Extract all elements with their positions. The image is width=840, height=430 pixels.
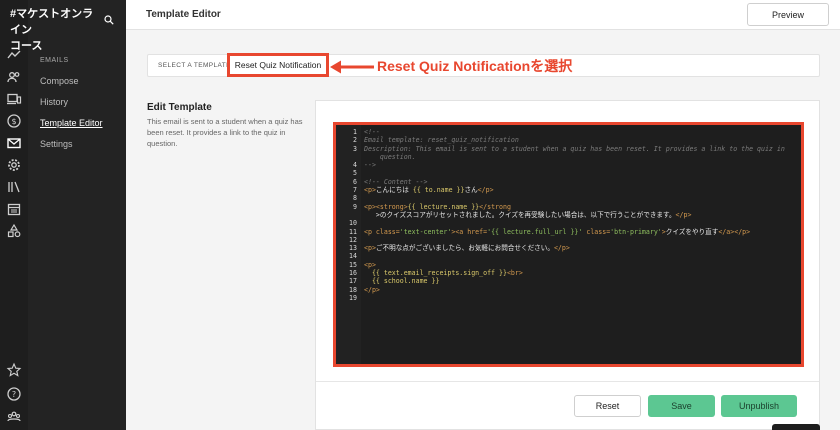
shapes-icon[interactable] [6, 223, 22, 239]
code-line[interactable]: 14 [336, 252, 801, 260]
code-text: <p>こんにちは {{ to.name }}さん</p> [364, 186, 494, 195]
line-number: 3 [353, 144, 357, 153]
code-line[interactable]: question. [336, 153, 801, 161]
search-icon[interactable] [104, 10, 114, 25]
code-text: <p class='text-center'><a href='{{ lectu… [364, 227, 751, 236]
code-text: --> [364, 161, 376, 170]
code-line[interactable]: 11 <p class='text-center'><a href='{{ lec… [336, 228, 801, 236]
line-number: 15 [349, 260, 357, 269]
code-line[interactable]: 18 </p> [336, 286, 801, 294]
line-number: 13 [349, 244, 357, 253]
line-number: 4 [353, 161, 357, 170]
svg-text:?: ? [12, 390, 16, 399]
line-number: 19 [349, 293, 357, 302]
page-title: Template Editor [146, 9, 221, 20]
top-bar: Template Editor Preview [126, 0, 840, 30]
library-icon[interactable] [6, 179, 22, 195]
icon-rail: $ ? [0, 0, 28, 430]
sidebar-item-history[interactable]: History [40, 97, 68, 107]
code-line[interactable]: 15 <p> [336, 261, 801, 269]
template-dropdown[interactable]: Reset Quiz Notification [227, 53, 329, 77]
mail-icon[interactable] [6, 135, 22, 151]
editor-card: 1 <!-- 2 Email template: reset_quiz_notific… [315, 100, 820, 430]
school-brand[interactable]: #マケストオンライン コース [10, 6, 94, 54]
reset-button[interactable]: Reset [574, 395, 641, 417]
code-text: >のクイズスコアがリセットされました。クイズを再受験したい場合は、以下で行うこと… [364, 210, 692, 219]
line-number: 18 [349, 285, 357, 294]
code-line[interactable]: 9 <p><strong>{{ lecture.name }}</strong [336, 203, 801, 211]
select-template-label: SELECT A TEMPLATE [158, 62, 231, 69]
gear-icon[interactable] [6, 157, 22, 173]
line-number: 8 [353, 194, 357, 203]
line-number: 2 [353, 136, 357, 145]
code-text: {{ school.name }} [371, 277, 440, 286]
code-text: {{ text.email_receipts.sign_off }}<br> [371, 269, 523, 278]
users-icon[interactable] [6, 69, 22, 85]
community-icon[interactable] [6, 408, 22, 424]
code-lines[interactable]: 1 <!-- 2 Email template: reset_quiz_notific… [336, 128, 801, 302]
code-text: </p> [364, 285, 380, 294]
devices-icon[interactable] [6, 91, 22, 107]
code-line[interactable]: 16 {{ text.email_receipts.sign_off }}<br… [336, 269, 801, 277]
code-text: <p><strong>{{ lecture.name }}</strong [364, 202, 511, 211]
sidebar-item-settings[interactable]: Settings [40, 139, 73, 149]
code-line[interactable]: 4 --> [336, 161, 801, 169]
code-line[interactable]: 13 <p>ご不明な点がございましたら、お気軽にお問合せください。</p> [336, 244, 801, 252]
line-number: 17 [349, 277, 357, 286]
code-line[interactable]: 19 [336, 294, 801, 302]
svg-text:$: $ [11, 117, 16, 126]
line-number: 9 [353, 202, 357, 211]
sidebar-item-template-editor[interactable]: Template Editor [40, 118, 103, 128]
edit-template-heading: Edit Template [147, 102, 212, 113]
star-icon[interactable] [6, 362, 22, 378]
help-icon[interactable]: ? [6, 386, 22, 402]
sidebar-item-compose[interactable]: Compose [40, 76, 79, 86]
code-text: question. [364, 152, 416, 161]
code-text: Description: This email is sent to a stu… [364, 144, 785, 153]
code-line[interactable]: 1 <!-- [336, 128, 801, 136]
line-number: 14 [349, 252, 357, 261]
line-number: 16 [349, 269, 357, 278]
floating-tab[interactable] [772, 424, 820, 430]
code-line[interactable]: 6 <!-- Content --> [336, 178, 801, 186]
code-line[interactable]: 7 <p>こんにちは {{ to.name }}さん</p> [336, 186, 801, 194]
edit-template-description: This email is sent to a student when a q… [147, 117, 303, 148]
calendar-icon[interactable] [6, 201, 22, 217]
annotation-text: Reset Quiz Notificationを選択 [377, 58, 573, 74]
code-text: <p> [364, 260, 376, 269]
line-number: 1 [353, 128, 357, 136]
code-text: <!-- Content --> [364, 177, 428, 186]
emails-section-label: EMAILS [40, 57, 69, 64]
unpublish-button[interactable]: Unpublish [721, 395, 797, 417]
code-line[interactable]: 2 Email template: reset_quiz_notification [336, 136, 801, 144]
code-line[interactable]: 8 [336, 194, 801, 202]
line-number: 10 [349, 219, 357, 228]
code-line[interactable]: 3 Description: This email is sent to a st… [336, 145, 801, 153]
code-line[interactable]: 17 {{ school.name }} [336, 277, 801, 285]
dollar-icon[interactable]: $ [6, 113, 22, 129]
save-button[interactable]: Save [648, 395, 715, 417]
code-line[interactable]: 5 [336, 169, 801, 177]
annotation-arrow-icon [330, 59, 374, 74]
line-number: 12 [349, 235, 357, 244]
code-text: Email template: reset_quiz_notification [364, 136, 519, 145]
code-text: <p>ご不明な点がございましたら、お気軽にお問合せください。</p> [364, 244, 570, 253]
line-number: 6 [353, 177, 357, 186]
line-number: 11 [349, 227, 357, 236]
code-editor[interactable]: 1 <!-- 2 Email template: reset_quiz_notific… [333, 122, 804, 367]
card-divider [316, 381, 819, 382]
secondary-sidebar [28, 0, 126, 430]
code-text: <!-- [364, 128, 380, 136]
preview-button[interactable]: Preview [747, 3, 829, 26]
code-line[interactable]: 10 [336, 219, 801, 227]
code-line[interactable]: >のクイズスコアがリセットされました。クイズを再受験したい場合は、以下で行うこと… [336, 211, 801, 219]
line-number: 7 [353, 186, 357, 195]
code-line[interactable]: 12 [336, 236, 801, 244]
line-number: 5 [353, 169, 357, 178]
